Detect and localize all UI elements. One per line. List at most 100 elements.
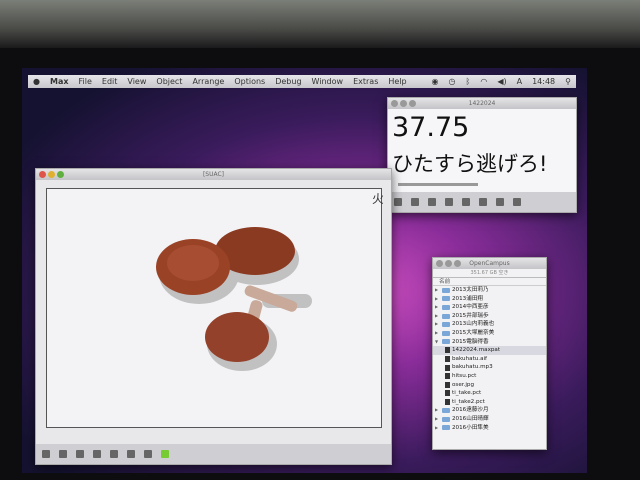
file-list-item[interactable]: ▶ 2013浦田翔 — [433, 295, 546, 304]
menu-view[interactable]: View — [127, 77, 146, 86]
grid-icon[interactable] — [428, 198, 436, 206]
file-list-item[interactable]: ▶ 2016小田隼美 — [433, 424, 546, 433]
clue-icon[interactable] — [479, 198, 487, 206]
menu-max[interactable]: Max — [50, 77, 69, 86]
title-bar[interactable]: OpenCampus — [433, 258, 546, 269]
menu-extras[interactable]: Extras — [353, 77, 378, 86]
folder-icon — [442, 416, 450, 422]
console-icon[interactable] — [161, 450, 169, 458]
folder-icon — [442, 304, 450, 310]
item-label: 2013浦田翔 — [452, 295, 484, 302]
title-bar[interactable]: [SUAC] — [36, 169, 391, 180]
file-list-item[interactable]: bakuhatu.aif — [433, 355, 546, 364]
item-label: oser.jpg — [452, 381, 474, 388]
number-window: 1422024 37.75 ひたすら逃げろ! — [387, 97, 577, 213]
disclosure-closed-icon[interactable]: ▶ — [435, 320, 440, 329]
apple-icon[interactable]: ● — [33, 77, 40, 86]
file-icon — [445, 390, 450, 397]
inspector-icon[interactable] — [110, 450, 118, 458]
item-label: 2016遠藤沙月 — [452, 407, 489, 414]
presentation-icon[interactable] — [411, 198, 419, 206]
menu-object[interactable]: Object — [156, 77, 182, 86]
file-list-item[interactable]: ▶ 2013山内莉義也 — [433, 320, 546, 329]
file-list-item[interactable]: ▶ 2015大塚麗奈美 — [433, 329, 546, 338]
file-list-item[interactable]: ▶ 2014中西亜彦 — [433, 303, 546, 312]
file-list-item[interactable]: ▶ 2013太田莉乃 — [433, 286, 546, 295]
window-controls[interactable] — [39, 171, 64, 178]
file-list-item[interactable]: 1422024.maxpat — [433, 346, 546, 355]
monitor-screen: ● Max File Edit View Object Arrange Opti… — [22, 68, 587, 473]
disclosure-closed-icon[interactable]: ▶ — [435, 295, 440, 304]
corner-glyph: ⽕ — [372, 192, 383, 206]
column-header-name[interactable]: 名前 — [433, 278, 546, 286]
menu-edit[interactable]: Edit — [102, 77, 118, 86]
wifi-icon[interactable]: ◠ — [480, 77, 487, 86]
file-list-item[interactable]: ▶ 2016山田晴輝 — [433, 415, 546, 424]
disclosure-open-icon[interactable]: ▼ — [435, 338, 440, 347]
file-list-item[interactable]: ▶ 2016遠藤沙月 — [433, 406, 546, 415]
spotlight-icon[interactable]: ⚲ — [565, 77, 571, 86]
window-controls[interactable] — [436, 260, 461, 267]
item-label: ti_take2.pct — [452, 398, 485, 405]
disclosure-closed-icon[interactable]: ▶ — [435, 303, 440, 312]
file-icon — [445, 381, 450, 388]
file-list-item[interactable]: ▼ 2015電脳得香 — [433, 338, 546, 347]
title-bar[interactable]: 1422024 — [388, 98, 576, 109]
lock-icon[interactable] — [42, 450, 50, 458]
clue-icon[interactable] — [127, 450, 135, 458]
item-label: 2015井部瑞歩 — [452, 312, 489, 319]
menu-file[interactable]: File — [79, 77, 92, 86]
menu-arrange[interactable]: Arrange — [192, 77, 224, 86]
new-object-icon[interactable] — [93, 450, 101, 458]
menu-help[interactable]: Help — [388, 77, 406, 86]
status-icon[interactable]: ◉ — [432, 77, 439, 86]
disclosure-closed-icon[interactable]: ▶ — [435, 329, 440, 338]
volume-icon[interactable]: ◀) — [497, 77, 506, 86]
lock-icon[interactable] — [394, 198, 402, 206]
message-display: ひたすら逃げろ! — [392, 152, 548, 176]
presentation-icon[interactable] — [59, 450, 67, 458]
item-label: 2013山内莉義也 — [452, 321, 495, 328]
console-icon[interactable] — [513, 198, 521, 206]
window-controls[interactable] — [391, 100, 416, 107]
free-space: 351.67 GB 空き — [433, 269, 546, 278]
image-canvas[interactable]: ⽕ — [46, 188, 384, 428]
folder-icon — [442, 339, 450, 345]
file-icon — [445, 347, 450, 354]
folder-icon — [442, 322, 450, 328]
bluetooth-icon[interactable]: ᛒ — [466, 77, 471, 86]
disclosure-closed-icon[interactable]: ▶ — [435, 424, 440, 433]
clock[interactable]: 14:48 — [532, 77, 555, 86]
menu-options[interactable]: Options — [234, 77, 265, 86]
progress-slider[interactable] — [398, 183, 478, 186]
file-list-item[interactable]: hitsu.pct — [433, 372, 546, 381]
disclosure-closed-icon[interactable]: ▶ — [435, 286, 440, 295]
item-label: 2014中西亜彦 — [452, 304, 489, 311]
input-menu-icon[interactable]: A — [517, 77, 522, 86]
new-object-icon[interactable] — [445, 198, 453, 206]
list-icon[interactable] — [496, 198, 504, 206]
file-list-item[interactable]: oser.jpg — [433, 381, 546, 390]
grid-icon[interactable] — [76, 450, 84, 458]
menu-debug[interactable]: Debug — [275, 77, 301, 86]
list-icon[interactable] — [144, 450, 152, 458]
room-background — [0, 0, 640, 48]
file-list-item[interactable]: ti_take.pct — [433, 389, 546, 398]
file-icon — [445, 399, 450, 406]
menu-window[interactable]: Window — [312, 77, 344, 86]
item-label: bakuhatu.aif — [452, 355, 488, 362]
folder-icon — [442, 330, 450, 336]
file-list: ▶ 2013太田莉乃 ▶ 2013浦田翔 ▶ 2014中西亜彦 ▶ 2015井部瑞歩 ▶ 2013… — [433, 286, 546, 432]
file-list-item[interactable]: bakuhatu.mp3 — [433, 363, 546, 372]
mushroom-image: ⽕ — [156, 192, 384, 371]
time-machine-icon[interactable]: ◷ — [449, 77, 456, 86]
disclosure-closed-icon[interactable]: ▶ — [435, 415, 440, 424]
inspector-icon[interactable] — [462, 198, 470, 206]
file-list-item[interactable]: ▶ 2015井部瑞歩 — [433, 312, 546, 321]
file-list-item[interactable]: ti_take2.pct — [433, 398, 546, 407]
item-label: bakuhatu.mp3 — [452, 364, 493, 371]
disclosure-closed-icon[interactable]: ▶ — [435, 406, 440, 415]
item-label: 2015大塚麗奈美 — [452, 329, 495, 336]
finder-window: OpenCampus 351.67 GB 空き 名前 ▶ 2013太田莉乃 ▶ 201… — [432, 257, 547, 450]
disclosure-closed-icon[interactable]: ▶ — [435, 312, 440, 321]
